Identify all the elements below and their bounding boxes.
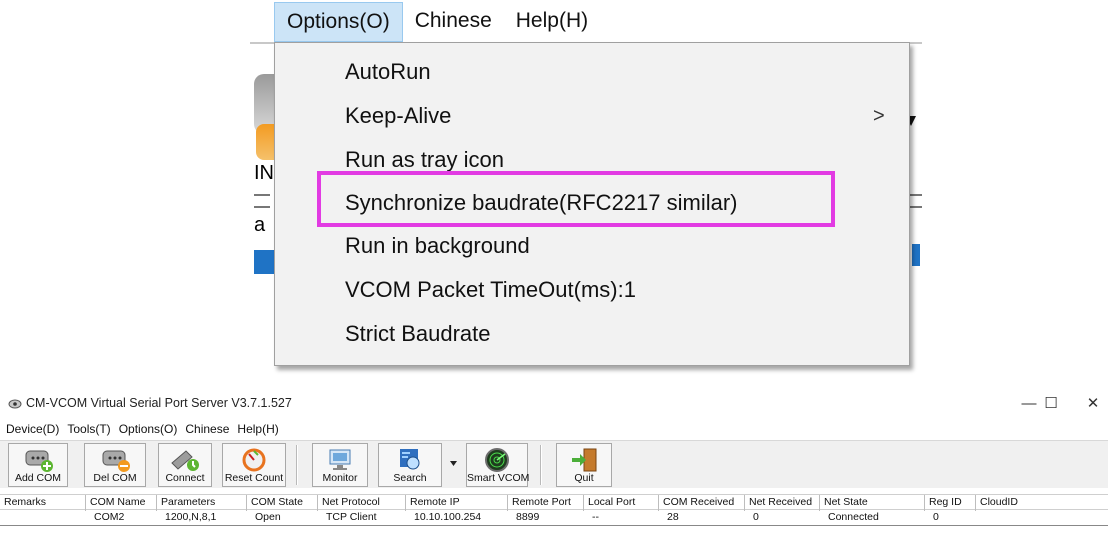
- del-com-label: Del COM: [93, 472, 137, 484]
- partial-selection: [912, 244, 920, 266]
- search-label: Search: [393, 472, 427, 484]
- add-com-label: Add COM: [14, 472, 62, 484]
- add-com-button[interactable]: Add COM: [8, 443, 68, 487]
- column-header-remote-port[interactable]: Remote Port: [508, 495, 584, 511]
- column-header-net-state[interactable]: Net State: [820, 495, 925, 511]
- app-icon: [8, 399, 22, 409]
- monitor-label: Monitor: [322, 472, 358, 484]
- partial-selection: [254, 250, 274, 274]
- smart-vcom-button[interactable]: Smart VCOM: [466, 443, 530, 487]
- app-window: CM-VCOM Virtual Serial Port Server V3.7.…: [0, 390, 1108, 556]
- cell-remarks: [0, 510, 86, 526]
- column-header-cloud-id[interactable]: CloudID: [976, 495, 1108, 511]
- reset-count-icon: [242, 448, 266, 472]
- zoomed-menu-chinese[interactable]: Chinese: [403, 2, 504, 42]
- toolbar-separator: [296, 445, 298, 485]
- table-row[interactable]: COM2 1200,N,8,1 Open TCP Client 10.10.10…: [0, 510, 1108, 526]
- quit-label: Quit: [574, 472, 594, 484]
- radar-icon: [485, 448, 509, 472]
- connect-label: Connect: [165, 472, 205, 484]
- cell-local-port: --: [592, 511, 599, 523]
- del-com-icon: [102, 450, 130, 472]
- cell-remote-port: 8899: [516, 511, 540, 523]
- cell-remote-ip: 10.10.100.254: [414, 511, 482, 523]
- column-header-remote-ip[interactable]: Remote IP: [406, 495, 508, 511]
- column-header-com-state[interactable]: COM State: [247, 495, 318, 511]
- zoomed-menubar: Options(O) Chinese Help(H): [274, 0, 600, 42]
- search-dropdown-icon[interactable]: [450, 461, 457, 466]
- table-header: Remarks COM Name Parameters COM State Ne…: [0, 494, 1108, 511]
- cell-net-state: Connected: [828, 511, 879, 523]
- smart-vcom-label: Smart VCOM: [467, 472, 530, 484]
- quit-button[interactable]: Quit: [556, 443, 612, 487]
- menu-item-vcom-packet-timeout[interactable]: VCOM Packet TimeOut(ms):1: [345, 277, 636, 303]
- column-header-local-port[interactable]: Local Port: [584, 495, 659, 511]
- menu-options[interactable]: Options(O): [115, 420, 182, 438]
- cell-com-name: COM2: [94, 511, 125, 523]
- zoomed-menu-inset: IN a Options(O) Chinese Help(H) AutoRun …: [0, 0, 1108, 380]
- menu-tools[interactable]: Tools(T): [63, 420, 114, 438]
- menu-help[interactable]: Help(H): [233, 420, 282, 438]
- cell-com-received: 28: [667, 511, 679, 523]
- partial-grip: [910, 194, 922, 208]
- reset-count-button[interactable]: Reset Count: [222, 443, 286, 487]
- partial-text: a: [254, 214, 266, 236]
- port-table: Remarks COM Name Parameters COM State Ne…: [0, 494, 1108, 526]
- monitor-button[interactable]: Monitor: [312, 443, 368, 487]
- menu-item-autorun[interactable]: AutoRun: [345, 59, 431, 85]
- column-header-net-received[interactable]: Net Received: [745, 495, 820, 511]
- connect-icon: [171, 450, 199, 471]
- quit-icon: [572, 448, 597, 472]
- zoomed-menu-options[interactable]: Options(O): [274, 2, 403, 42]
- del-com-button[interactable]: Del COM: [84, 443, 146, 487]
- cell-net-protocol: TCP Client: [326, 511, 377, 523]
- column-header-remarks[interactable]: Remarks: [0, 495, 86, 511]
- column-header-reg-id[interactable]: Reg ID: [925, 495, 976, 511]
- cell-cloud-id: [976, 510, 1108, 526]
- column-header-parameters[interactable]: Parameters: [157, 495, 247, 511]
- add-com-icon: [25, 450, 53, 472]
- toolbar-separator: [540, 445, 542, 485]
- toolbar: Add COM Del COM Connect Reset Count Moni…: [0, 440, 1108, 488]
- monitor-icon: [329, 449, 351, 470]
- partial-grip: [254, 194, 270, 208]
- submenu-arrow-icon: >: [873, 105, 885, 127]
- menu-item-keep-alive[interactable]: Keep-Alive: [345, 103, 451, 129]
- search-button[interactable]: Search: [378, 443, 442, 487]
- menu-chinese[interactable]: Chinese: [181, 420, 233, 438]
- search-icon: [400, 449, 420, 470]
- maximize-button[interactable]: ☐: [1036, 392, 1066, 416]
- close-button[interactable]: ✕: [1078, 392, 1108, 416]
- connect-button[interactable]: Connect: [158, 443, 212, 487]
- menu-item-strict-baudrate[interactable]: Strict Baudrate: [345, 321, 491, 347]
- cell-com-state: Open: [255, 511, 281, 523]
- cell-net-received: 0: [753, 511, 759, 523]
- column-header-com-received[interactable]: COM Received: [659, 495, 745, 511]
- window-title: CM-VCOM Virtual Serial Port Server V3.7.…: [26, 396, 292, 410]
- column-header-net-protocol[interactable]: Net Protocol: [318, 495, 406, 511]
- highlight-box: [317, 171, 835, 227]
- title-bar: CM-VCOM Virtual Serial Port Server V3.7.…: [0, 390, 1108, 418]
- partial-text: IN: [254, 162, 274, 184]
- options-dropdown: AutoRun Keep-Alive > Run as tray icon Sy…: [274, 42, 910, 366]
- menu-device[interactable]: Device(D): [0, 420, 63, 438]
- menu-bar: Device(D) Tools(T) Options(O) Chinese He…: [0, 420, 283, 438]
- menu-item-run-in-background[interactable]: Run in background: [345, 233, 530, 259]
- cell-parameters: 1200,N,8,1: [165, 511, 217, 523]
- menu-item-run-as-tray-icon[interactable]: Run as tray icon: [345, 147, 504, 173]
- reset-count-label: Reset Count: [224, 472, 284, 484]
- zoomed-menu-help[interactable]: Help(H): [504, 2, 600, 42]
- column-header-com-name[interactable]: COM Name: [86, 495, 157, 511]
- cell-reg-id: 0: [933, 511, 939, 523]
